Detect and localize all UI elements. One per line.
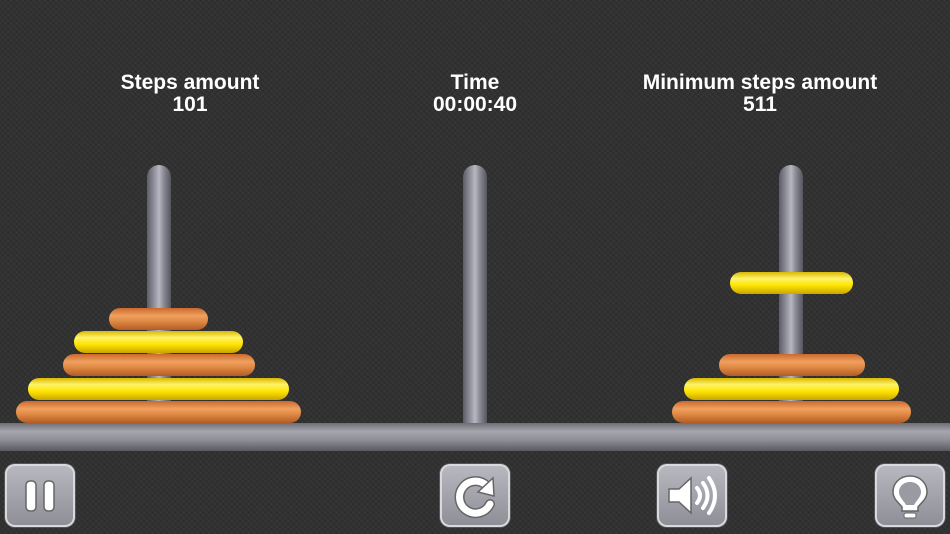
disk[interactable]	[28, 378, 289, 400]
disk[interactable]	[109, 308, 208, 330]
sound-button[interactable]	[657, 464, 727, 527]
base-platform	[0, 423, 950, 451]
speaker-icon	[668, 476, 717, 515]
disk[interactable]	[74, 331, 243, 353]
hint-button[interactable]	[875, 464, 945, 527]
minimum-steps-value: 511	[743, 93, 777, 116]
disk[interactable]	[672, 401, 911, 423]
lifted-disk[interactable]	[730, 272, 853, 294]
time-value: 00:00:40	[432, 93, 518, 116]
time-stat: Time 00:00:40	[375, 72, 575, 116]
disk[interactable]	[684, 378, 899, 400]
lightbulb-icon	[892, 475, 928, 519]
steps-amount-stat: Steps amount 101	[90, 72, 290, 116]
peg-middle[interactable]	[463, 165, 487, 427]
restart-icon	[454, 476, 495, 519]
pause-icon	[25, 480, 55, 512]
disk[interactable]	[63, 354, 255, 376]
disk[interactable]	[16, 401, 301, 423]
disk[interactable]	[719, 354, 865, 376]
steps-amount-value: 101	[172, 93, 208, 116]
minimum-steps-stat: Minimum steps amount 511	[610, 72, 910, 116]
time-label: Time	[450, 71, 500, 94]
steps-amount-label: Steps amount	[120, 71, 260, 94]
pause-button[interactable]	[5, 464, 75, 527]
minimum-steps-label: Minimum steps amount	[642, 71, 878, 94]
restart-button[interactable]	[440, 464, 510, 527]
